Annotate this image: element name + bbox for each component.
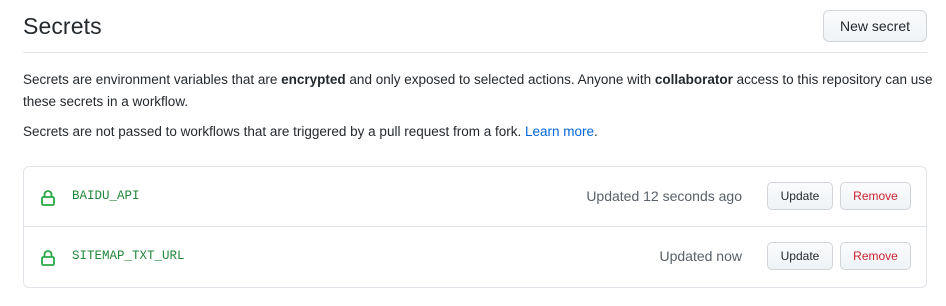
secret-updated-time: Updated 12 seconds ago (586, 188, 742, 204)
fork-notice: Secrets are not passed to workflows that… (23, 121, 933, 143)
secret-name: BAIDU_API (72, 189, 140, 203)
secrets-list: BAIDU_API Updated 12 seconds ago Update … (23, 166, 927, 288)
page-title: Secrets (23, 13, 102, 39)
update-secret-button[interactable]: Update (767, 242, 833, 270)
secret-row: BAIDU_API Updated 12 seconds ago Update … (24, 167, 926, 227)
collaborator-emphasis: collaborator (654, 72, 733, 87)
update-secret-button[interactable]: Update (767, 182, 833, 210)
secret-name: SITEMAP_TXT_URL (72, 249, 185, 263)
encrypted-emphasis: encrypted (281, 72, 346, 87)
secrets-description: Secrets are environment variables that a… (23, 69, 933, 113)
fork-notice-end: . (594, 124, 598, 139)
secrets-header: Secrets New secret (23, 0, 927, 53)
remove-secret-button[interactable]: Remove (840, 242, 911, 270)
description-text: and only exposed to selected actions. An… (345, 72, 655, 87)
fork-notice-text: Secrets are not passed to workflows that… (23, 124, 525, 139)
lock-icon (41, 190, 55, 206)
secret-updated-time: Updated now (659, 248, 742, 264)
secret-row: SITEMAP_TXT_URL Updated now Update Remov… (24, 227, 926, 287)
lock-icon (41, 250, 55, 266)
new-secret-button[interactable]: New secret (822, 10, 927, 42)
description-text: Secrets are environment variables that a… (23, 72, 282, 87)
learn-more-link[interactable]: Learn more (525, 124, 594, 139)
remove-secret-button[interactable]: Remove (840, 182, 911, 210)
